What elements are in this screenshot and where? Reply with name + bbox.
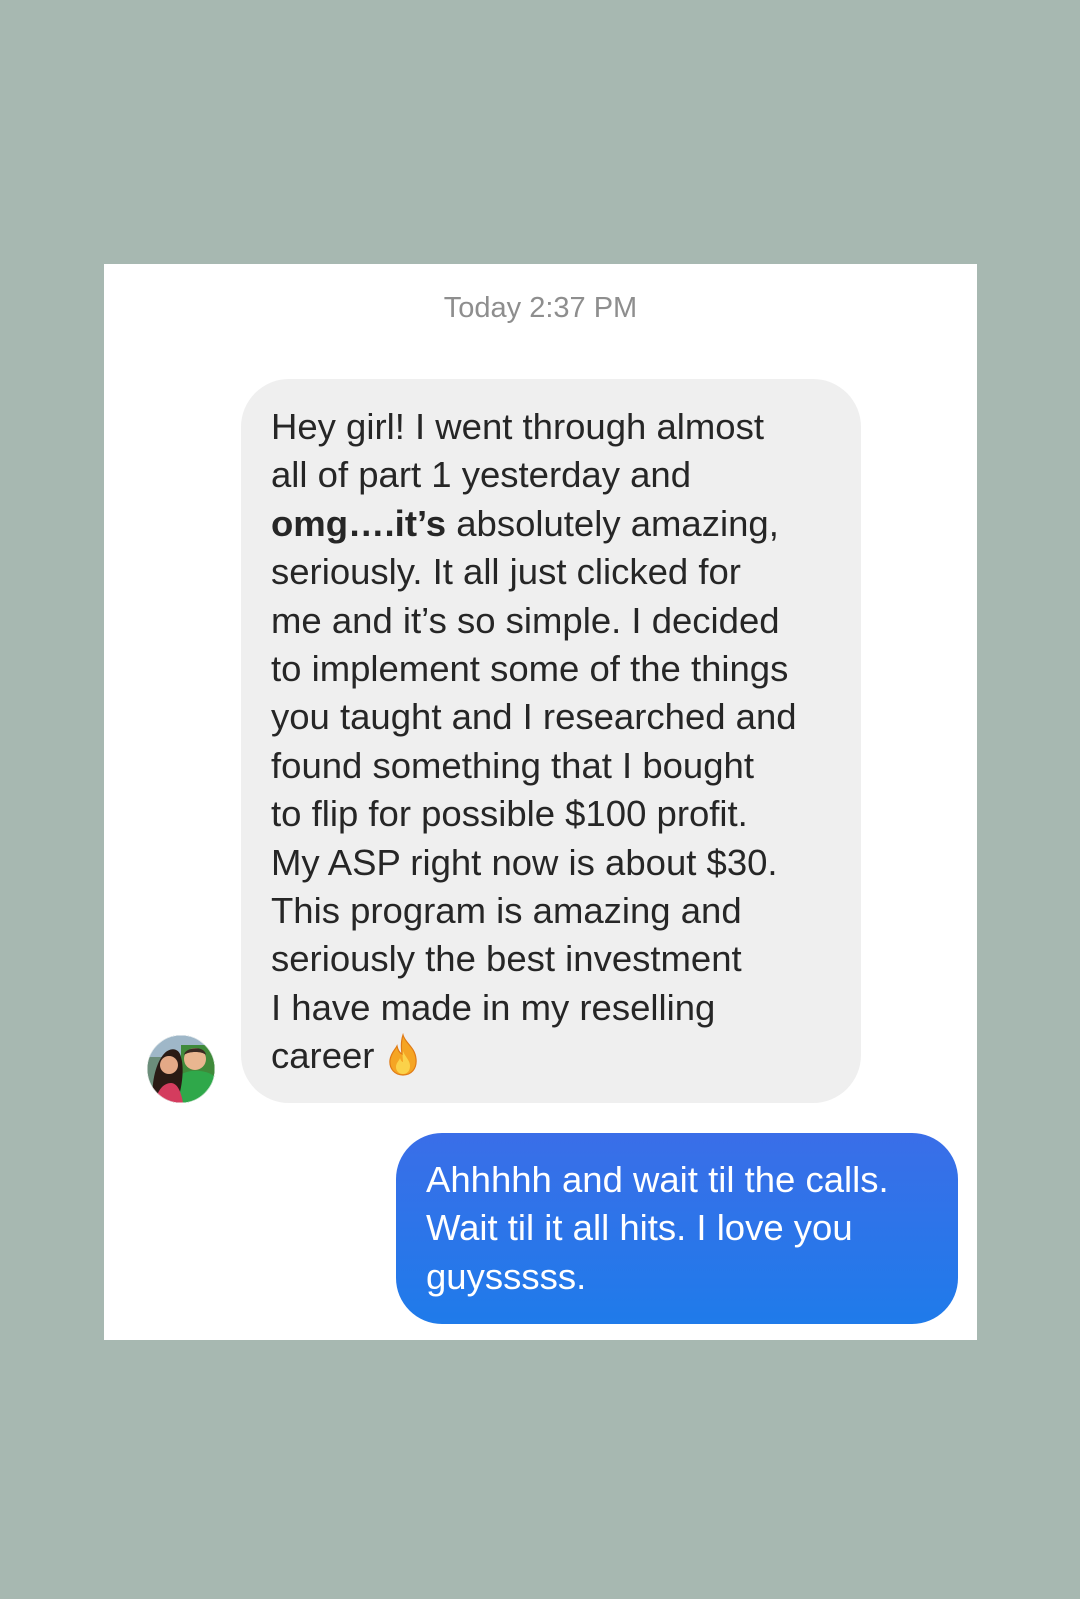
message-line-text: absolutely amazing,: [456, 502, 779, 544]
message-line: omg….it’s absolutely amazing,: [271, 500, 841, 548]
message-thread: Today 2:37 PM Hey girl! I went through a…: [104, 264, 977, 1340]
message-line: you taught and I researched and: [271, 696, 797, 738]
message-line-text: career: [271, 1035, 375, 1077]
message-line: Hey girl! I went through almost: [271, 406, 764, 447]
message-line: to flip for possible $100 profit.: [271, 793, 748, 835]
message-line: guysssss.: [426, 1255, 587, 1297]
message-line: Ahhhhh and wait til the calls.: [426, 1159, 889, 1200]
incoming-message-bubble[interactable]: Hey girl! I went through almost all of p…: [241, 379, 861, 1103]
message-line: seriously the best investment: [271, 938, 742, 980]
message-line: career: [271, 1032, 841, 1080]
message-line: seriously. It all just clicked for: [271, 551, 741, 593]
message-line: found something that I bought: [271, 744, 754, 786]
bold-phrase: omg….it’s: [271, 502, 447, 544]
avatar-photo: [147, 1035, 215, 1103]
message-line: My ASP right now is about $30.: [271, 841, 778, 883]
message-line: me and it’s so simple. I decided: [271, 599, 780, 641]
timestamp: Today 2:37 PM: [443, 292, 638, 324]
message-line: Wait til it all hits. I love you: [426, 1207, 853, 1249]
message-line: I have made in my reselling: [271, 986, 716, 1028]
fire-icon: [384, 1032, 422, 1077]
message-line: all of part 1 yesterday and: [271, 454, 691, 496]
message-line: to implement some of the things: [271, 648, 789, 690]
message-line: This program is amazing and: [271, 890, 742, 932]
outgoing-message-bubble[interactable]: Ahhhhh and wait til the calls. Wait til …: [396, 1133, 958, 1324]
avatar[interactable]: [147, 1035, 215, 1103]
